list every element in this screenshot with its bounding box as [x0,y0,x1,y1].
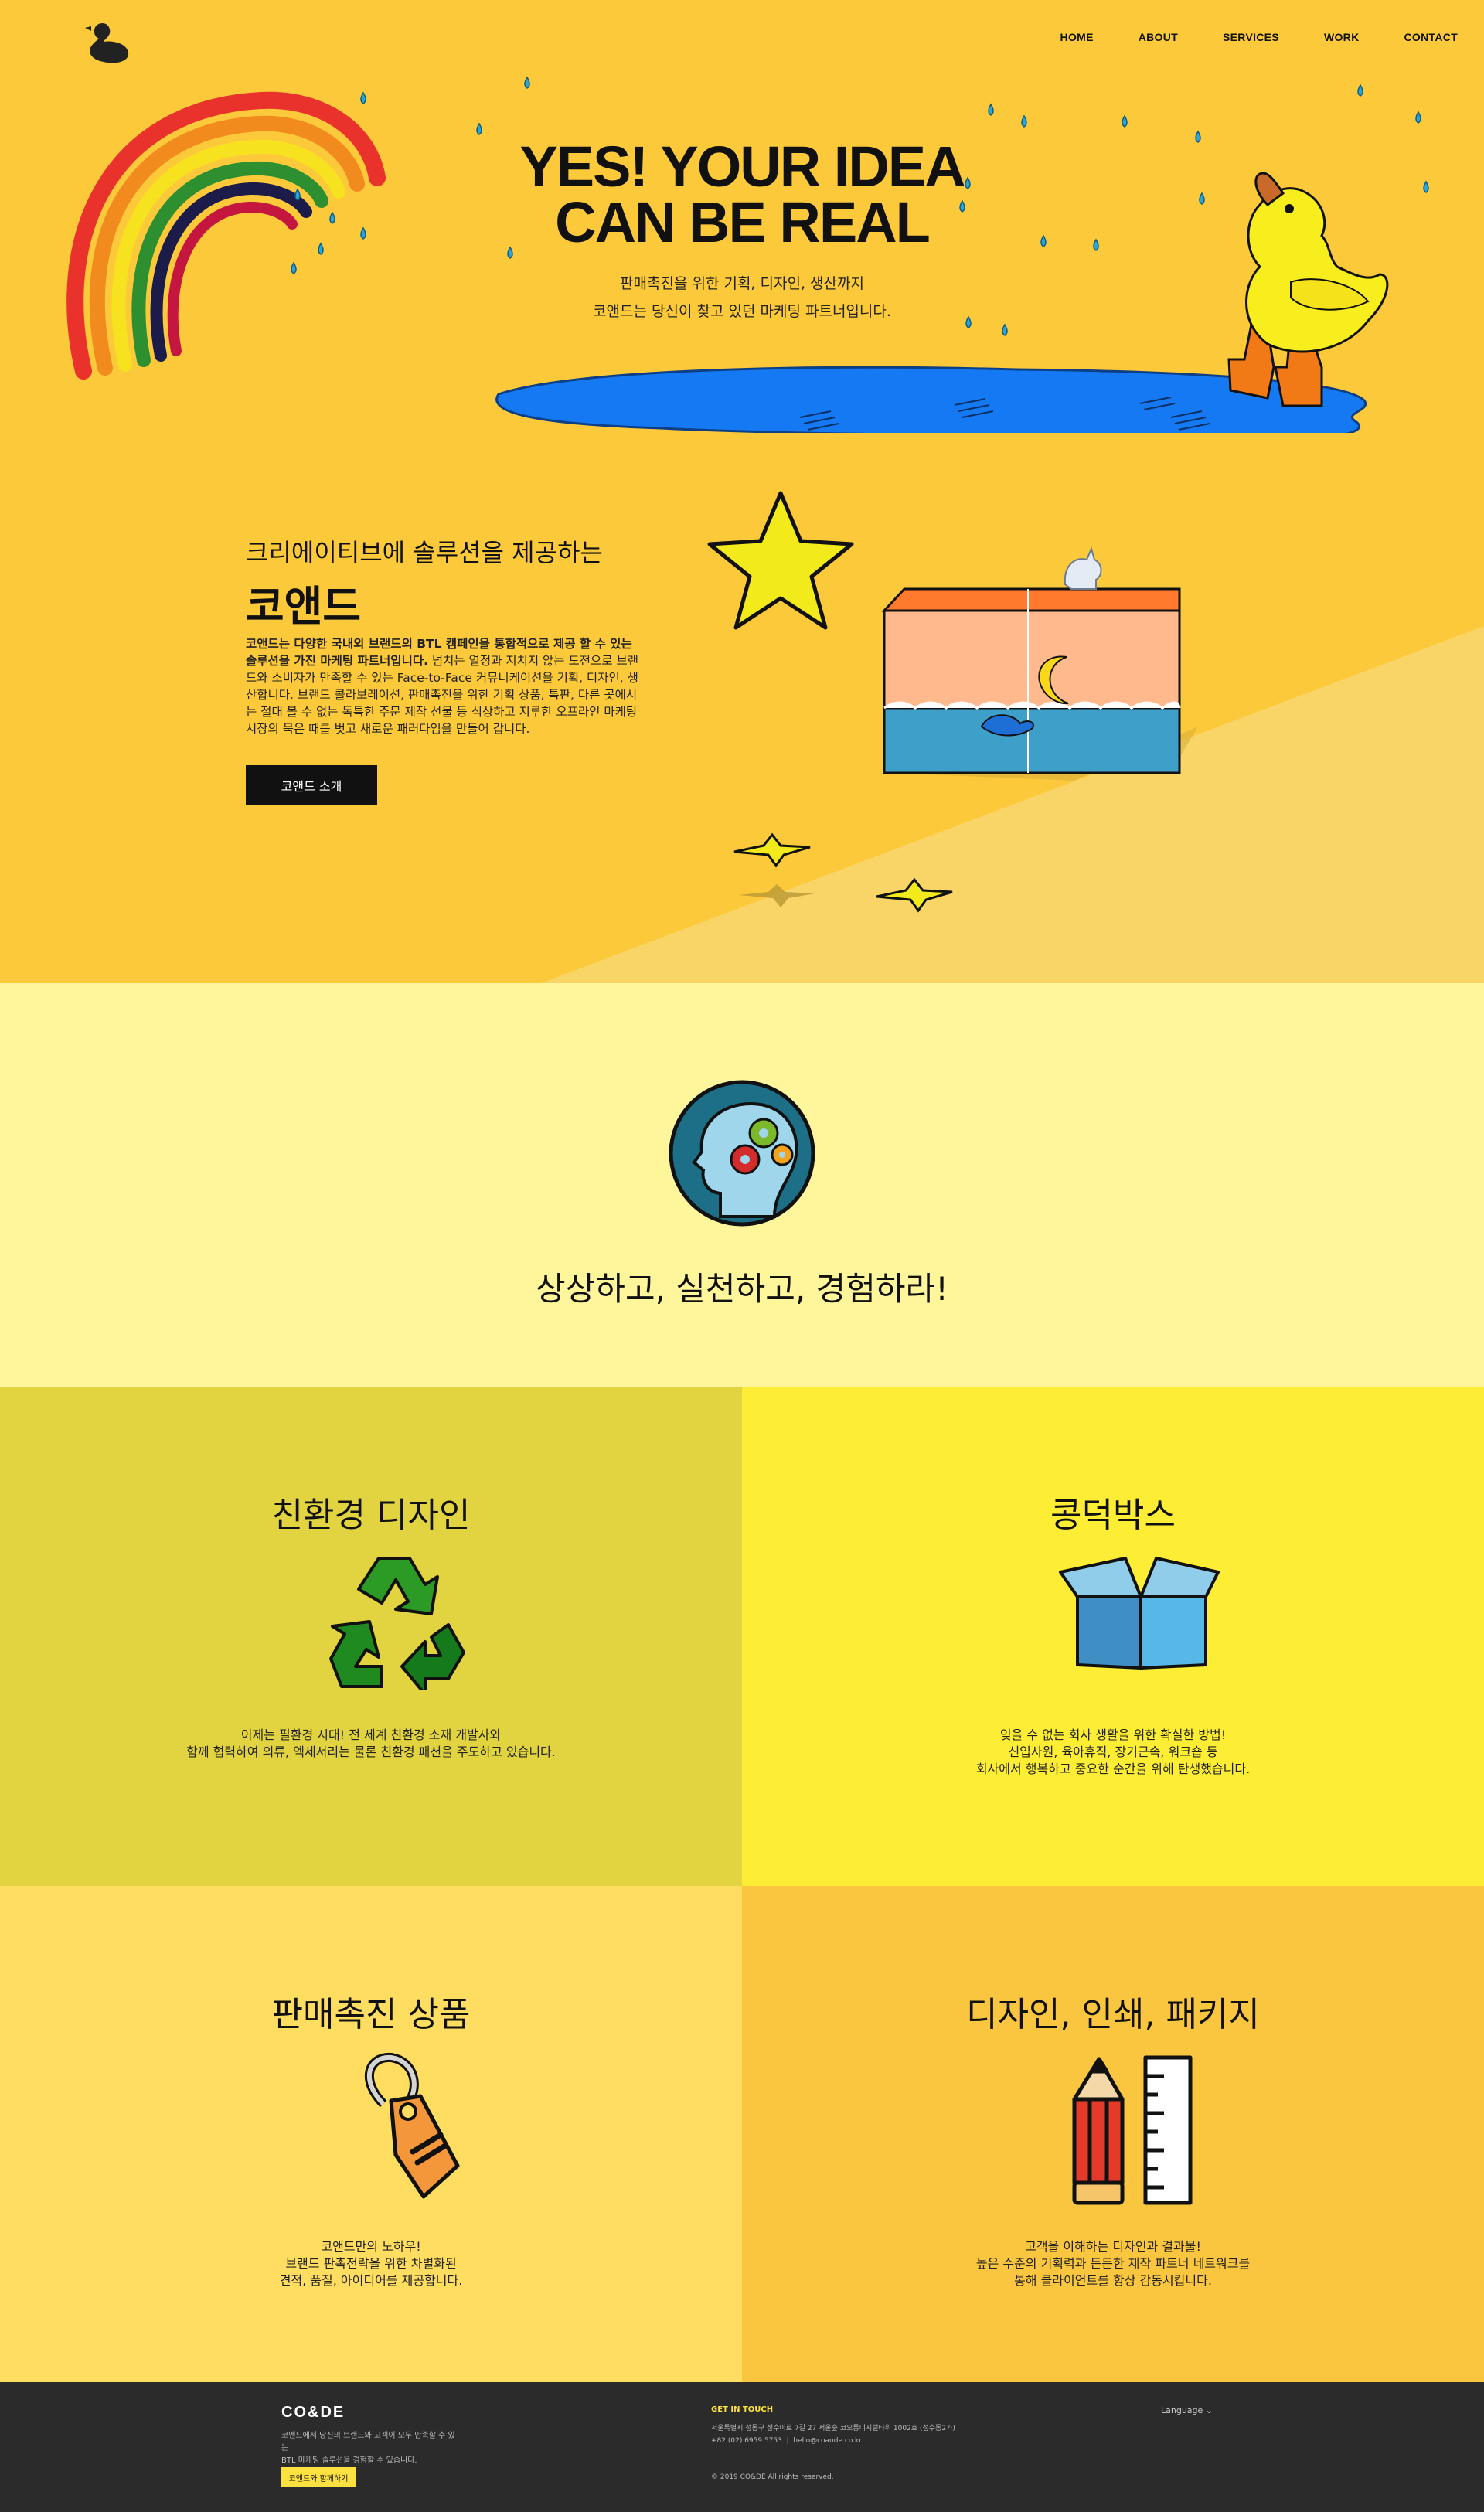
service-line-3: 회사에서 행복하고 중요한 순간을 위해 탄생했습니다. [975,1761,1251,1776]
footer-copyright: © 2019 CO&DE All rights reserved. [711,2473,834,2481]
nav-home[interactable]: HOME [1060,31,1094,43]
service-line-2: 함께 협력하여 의류, 엑세서리는 물론 친환경 패션을 주도하고 있습니다. [186,1744,556,1759]
motto-title: 상상하고, 실천하고, 경험하라! [536,1270,948,1308]
language-label: Language [1161,2405,1203,2415]
hero-title-line-1: YES! YOUR IDEA [519,134,965,199]
intro-section: 크리에이티브에 솔루션을 제공하는 코앤드 코앤드는 다양한 국내외 브랜드의 … [0,433,1484,983]
service-title: 판매촉진 상품 [271,1995,471,2034]
small-star-icon [733,832,811,868]
footer-address: 서울특별시 성동구 성수이로 7길 27 서울숲 코오롱디지털타워 1002호 … [711,2425,955,2432]
footer-contact-heading: GET IN TOUCH [711,2405,774,2414]
service-promo-goods: 판매촉진 상품 코앤드만의 노하우! 브랜드 판촉전략을 위한 차별화된 견적,… [0,1886,742,2385]
footer-desc-line-1: 코앤드에서 당신의 브랜드와 고객이 모두 만족할 수 있는 [281,2432,455,2452]
footer-contact-line: +82 (02) 6959 5753 | hello@coande.co.kr [711,2437,862,2445]
intro-text: 코앤드는 다양한 국내외 브랜드의 BTL 캠페인을 통합적으로 제공 할 수 … [246,635,642,737]
star-icon [707,491,854,630]
hero-subtitle-line-1: 판매촉진을 위한 기획, 디자인, 생산까지 [620,275,864,292]
top-navigation: HOME ABOUT SERVICES WORK CONTACT [0,0,1484,85]
hero-title: YES! YOUR IDEA CAN BE REAL [0,134,1484,254]
footer-description: 코앤드에서 당신의 브랜드와 고객이 모두 만족할 수 있는 BTL 마케팅 솔… [281,2430,459,2467]
nav-contact[interactable]: CONTACT [1404,31,1458,43]
service-line-1: 고객을 이해하는 디자인과 결과물! [1025,2239,1201,2254]
footer-email[interactable]: hello@coande.co.kr [793,2437,862,2445]
service-design-print-package: 디자인, 인쇄, 패키지 고객을 이해하는 디자인과 결과물! 높은 수준의 기… [742,1886,1484,2385]
service-line-1: 코앤드만의 노하우! [321,2239,421,2254]
hero-title-line-2: CAN BE REAL [555,190,931,254]
service-title: 친환경 디자인 [271,1496,471,1535]
footer-desc-line-2: BTL 마케팅 솔루션을 경험할 수 있습니다. [281,2456,417,2465]
service-title: 콩덕박스 [1050,1496,1176,1535]
motto-section: 상상하고, 실천하고, 경험하라! [0,983,1484,1387]
chevron-down-icon: ⌄ [1205,2405,1213,2415]
footer-cta-button[interactable]: 코앤드와 함께하기 [281,2467,356,2487]
language-selector[interactable]: Language ⌄ [1161,2405,1213,2415]
nav-services[interactable]: SERVICES [1223,31,1279,43]
price-tag-icon [365,2052,460,2199]
cube-illustration [881,546,1198,781]
site-footer: CO&DE 코앤드에서 당신의 브랜드와 고객이 모두 만족할 수 있는 BTL… [0,2382,1484,2512]
pencil-ruler-icon [1072,2055,1193,2205]
footer-address-block: 서울특별시 성동구 성수이로 7길 27 서울숲 코오롱디지털타워 1002호 … [711,2422,955,2447]
about-button[interactable]: 코앤드 소개 [246,765,377,805]
nav-about[interactable]: ABOUT [1139,31,1178,43]
service-kongduck-box: 콩덕박스 잊을 수 없는 회사 생활을 위한 확실한 방법! 신입사원, 육아휴… [742,1387,1484,1886]
service-title: 디자인, 인쇄, 패키지 [966,1995,1260,2034]
open-box-icon [1059,1557,1220,1670]
service-line-1: 이제는 필환경 시대! 전 세계 친환경 소재 개발사와 [240,1727,502,1742]
intro-title: 코앤드 [246,582,362,631]
recycle-icon [329,1557,465,1690]
service-eco-design: 친환경 디자인 이제는 필환경 시대! 전 세계 친환경 소재 개발사와 함께 … [0,1387,742,1886]
footer-logo[interactable]: CO&DE [281,2404,345,2422]
service-line-1: 잊을 수 없는 회사 생활을 위한 확실한 방법! [999,1727,1227,1742]
service-line-3: 통해 클라이언트를 항상 감동시킵니다. [1014,2273,1212,2288]
main-menu: HOME ABOUT SERVICES WORK CONTACT [1060,31,1458,43]
footer-phone[interactable]: +82 (02) 6959 5753 [711,2437,782,2445]
small-star-icon-2 [876,877,953,913]
service-line-2: 신입사원, 육아휴직, 장기근속, 워크숍 등 [1008,1744,1218,1759]
hero-subtitle-line-2: 코앤드는 당신이 찾고 있던 마케팅 파트너입니다. [593,303,891,320]
star-shadow-icon [739,884,815,907]
duck-ampersand-icon[interactable] [83,17,133,66]
intro-kicker: 크리에이티브에 솔루션을 제공하는 [246,538,603,567]
service-line-3: 견적, 품질, 아이디어를 제공합니다. [279,2273,463,2288]
service-line-2: 높은 수준의 기획력과 든든한 제작 파트너 네트워크를 [975,2256,1251,2271]
head-gears-icon [669,1080,815,1227]
service-line-2: 브랜드 판촉전략을 위한 차별화된 [285,2256,457,2271]
nav-work[interactable]: WORK [1324,31,1360,43]
